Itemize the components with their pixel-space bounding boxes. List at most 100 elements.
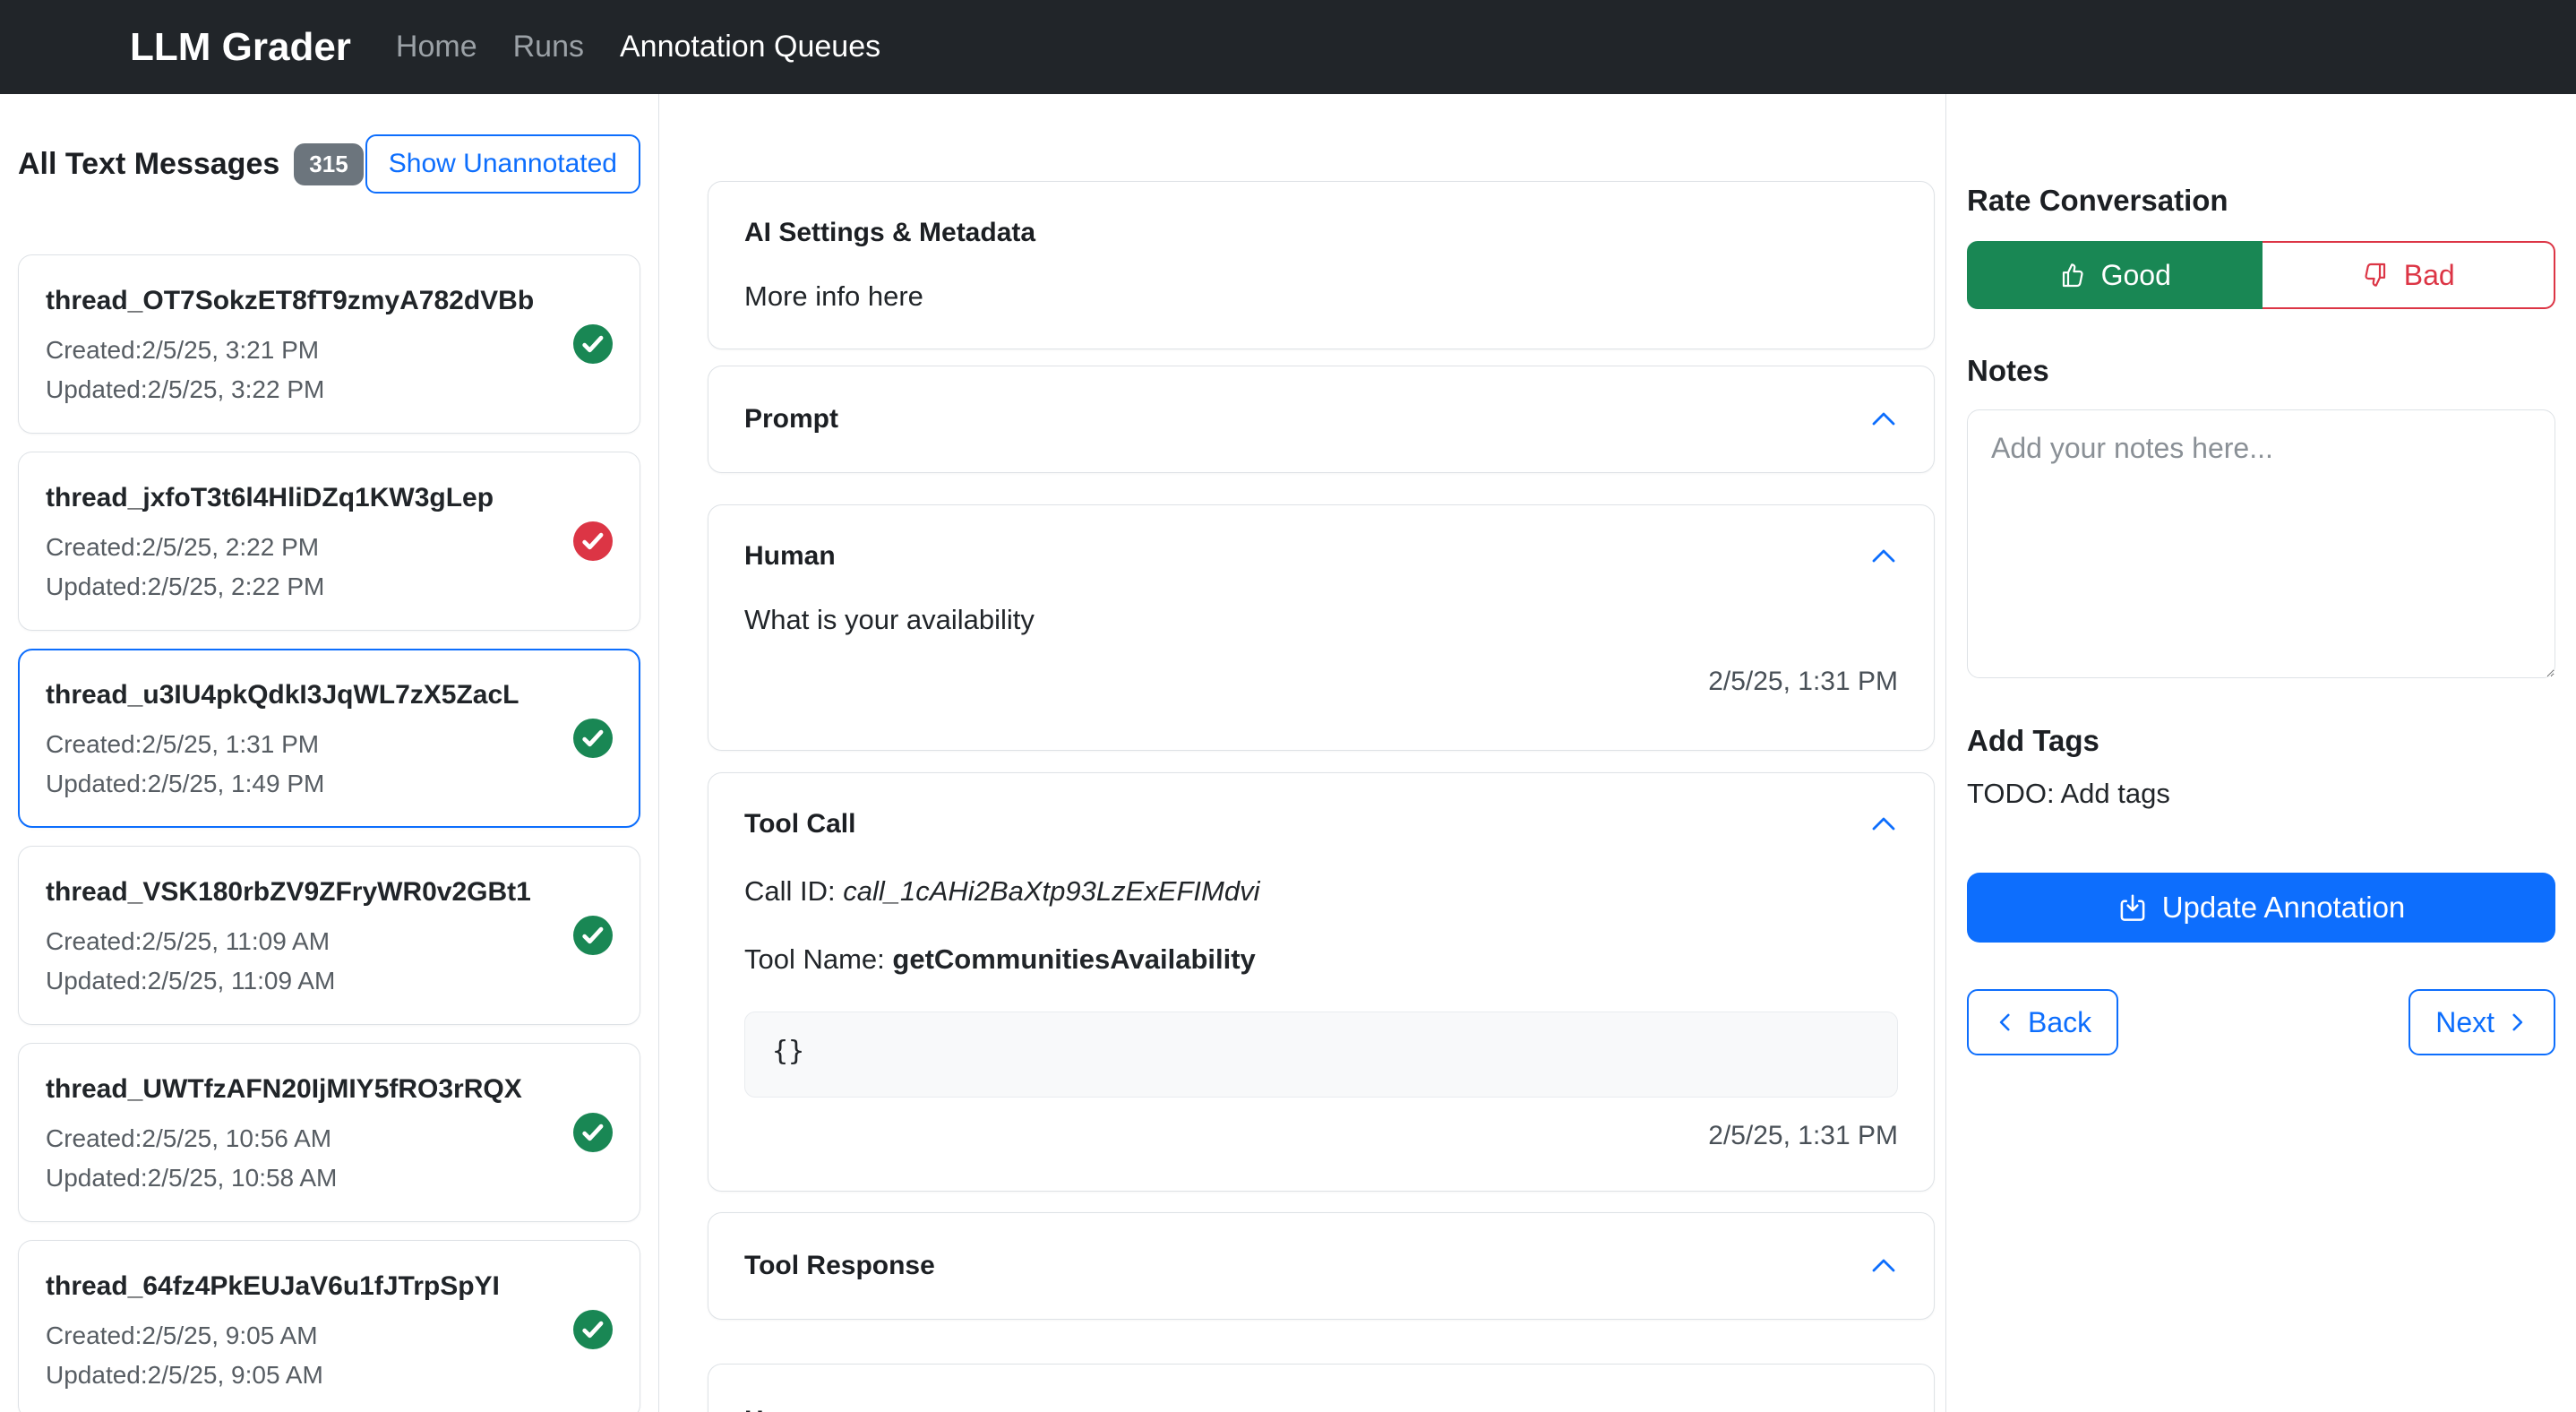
rate-button-group: Good Bad [1967,241,2555,309]
notes-heading: Notes [1967,354,2558,388]
check-circle-icon [573,324,613,364]
thread-list-item[interactable]: thread_jxfoT3t6l4HliDZq1KW3gLep Created:… [18,452,640,631]
next-button[interactable]: Next [2409,989,2555,1055]
chevron-up-icon[interactable] [1869,405,1898,434]
tool-call-arguments: {} [744,1012,1898,1098]
ai-settings-metadata-card: AI Settings & Metadata More info here [708,181,1935,349]
thread-updated: Updated:2/5/25, 9:05 AM [46,1363,500,1388]
thread-count-badge: 315 [294,143,363,185]
chevron-up-icon[interactable] [1869,1252,1898,1280]
thread-updated: Updated:2/5/25, 10:58 AM [46,1166,522,1191]
call-id-label: Call ID: [744,875,843,907]
rate-good-button[interactable]: Good [1967,241,2263,309]
brand-llm-grader[interactable]: LLM Grader [130,25,351,70]
thread-created: Created:2/5/25, 1:31 PM [46,732,519,757]
thread-updated: Updated:2/5/25, 3:22 PM [46,377,534,402]
check-circle-icon [573,521,613,561]
thread-list-sidebar: All Text Messages 315 Show Unannotated t… [0,94,659,1412]
thread-list-title-wrap: All Text Messages 315 [18,143,364,185]
thread-id: thread_u3IU4pkQdkI3JqWL7zX5ZacL [46,680,519,710]
check-circle-icon [573,916,613,955]
update-annotation-label: Update Annotation [2162,891,2406,925]
back-label: Back [2028,1006,2091,1039]
thread-list-header: All Text Messages 315 Show Unannotated [18,130,640,198]
thread-created: Created:2/5/25, 9:05 AM [46,1323,500,1348]
call-id-value: call_1cAHi2BaXtp93LzExEFIMdvi [843,875,1259,907]
thread-created: Created:2/5/25, 3:21 PM [46,338,534,363]
content-layout: All Text Messages 315 Show Unannotated t… [0,94,2576,1412]
tool-call-id-line: Call ID: call_1cAHi2BaXtp93LzExEFIMdvi [744,875,1898,908]
tool-name-line: Tool Name: getCommunitiesAvailability [744,943,1898,976]
chevron-up-icon[interactable] [1869,810,1898,839]
add-tags-heading: Add Tags [1967,724,2558,758]
tool-response-title: Tool Response [744,1251,935,1281]
pager-row: Back Next [1967,989,2555,1055]
next-message-card-clipped: Human [708,1364,1935,1412]
next-message-title: Human [744,1406,1898,1412]
thread-id: thread_OT7SokzET8fT9zmyA782dVBb [46,286,534,316]
tool-call-timestamp: 2/5/25, 1:31 PM [744,1121,1898,1151]
thread-info: thread_UWTfzAFN20IjMIY5fRO3rRQX Created:… [46,1074,522,1191]
thread-list-item[interactable]: thread_OT7SokzET8fT9zmyA782dVBb Created:… [18,254,640,434]
tool-response-card: Tool Response [708,1212,1935,1320]
thread-id: thread_UWTfzAFN20IjMIY5fRO3rRQX [46,1074,522,1105]
top-navbar: LLM Grader Home Runs Annotation Queues [0,0,2576,94]
human-title: Human [744,541,836,572]
human-message-timestamp: 2/5/25, 1:31 PM [744,667,1898,697]
thread-list-item-selected[interactable]: thread_u3IU4pkQdkI3JqWL7zX5ZacL Created:… [18,649,640,828]
prompt-card: Prompt [708,366,1935,473]
nav-item-runs[interactable]: Runs [513,30,584,65]
thread-info: thread_VSK180rbZV9ZFryWR0v2GBt1 Created:… [46,877,531,994]
back-button[interactable]: Back [1967,989,2118,1055]
nav-item-home[interactable]: Home [396,30,477,65]
thread-updated: Updated:2/5/25, 11:09 AM [46,969,531,994]
next-label: Next [2435,1006,2494,1039]
nav-item-annotation-queues[interactable]: Annotation Queues [620,30,880,65]
human-message-text: What is your availability [744,604,1898,636]
thread-updated: Updated:2/5/25, 1:49 PM [46,771,519,796]
thread-created: Created:2/5/25, 10:56 AM [46,1126,522,1151]
conversation-panel: AI Settings & Metadata More info here Pr… [659,94,1946,1412]
rate-conversation-heading: Rate Conversation [1967,184,2558,218]
update-annotation-button[interactable]: Update Annotation [1967,873,2555,943]
thread-id: thread_VSK180rbZV9ZFryWR0v2GBt1 [46,877,531,908]
thread-id: thread_jxfoT3t6l4HliDZq1KW3gLep [46,483,494,513]
thread-list-title: All Text Messages [18,147,279,182]
thread-created: Created:2/5/25, 11:09 AM [46,929,531,954]
thread-updated: Updated:2/5/25, 2:22 PM [46,574,494,599]
rate-bad-label: Bad [2404,259,2455,292]
human-message-card: Human What is your availability 2/5/25, … [708,504,1935,751]
save-download-icon [2117,892,2148,923]
tool-name-label: Tool Name: [744,943,892,975]
thread-info: thread_OT7SokzET8fT9zmyA782dVBb Created:… [46,286,534,402]
thread-list-item[interactable]: thread_VSK180rbZV9ZFryWR0v2GBt1 Created:… [18,846,640,1025]
thread-info: thread_jxfoT3t6l4HliDZq1KW3gLep Created:… [46,483,494,599]
notes-textarea[interactable] [1967,409,2555,678]
thread-info: thread_64fz4PkEUJaV6u1fJTrpSpYI Created:… [46,1271,500,1388]
annotation-panel: Rate Conversation Good Bad Notes Add T [1946,94,2576,1412]
prompt-title: Prompt [744,404,838,435]
show-unannotated-button[interactable]: Show Unannotated [365,134,640,194]
ai-settings-title: AI Settings & Metadata [744,218,1898,248]
thread-list-item[interactable]: thread_UWTfzAFN20IjMIY5fRO3rRQX Created:… [18,1043,640,1222]
tool-call-card: Tool Call Call ID: call_1cAHi2BaXtp93LzE… [708,772,1935,1192]
tool-name-value: getCommunitiesAvailability [892,943,1255,975]
ai-settings-body: More info here [744,280,1898,313]
thread-list-item[interactable]: thread_64fz4PkEUJaV6u1fJTrpSpYI Created:… [18,1240,640,1412]
tool-call-title: Tool Call [744,809,855,839]
app-window: LLM Grader Home Runs Annotation Queues A… [0,0,2576,1412]
tags-todo-text: TODO: Add tags [1967,778,2558,810]
rate-bad-button[interactable]: Bad [2263,241,2556,309]
check-circle-icon [573,1310,613,1349]
chevron-up-icon[interactable] [1869,542,1898,571]
thread-id: thread_64fz4PkEUJaV6u1fJTrpSpYI [46,1271,500,1302]
check-circle-icon [573,719,613,758]
thread-created: Created:2/5/25, 2:22 PM [46,535,494,560]
thumbs-up-icon [2058,261,2087,289]
chevron-left-icon [1994,1011,2017,1034]
thread-info: thread_u3IU4pkQdkI3JqWL7zX5ZacL Created:… [46,680,519,796]
check-circle-icon [573,1113,613,1152]
chevron-right-icon [2505,1011,2529,1034]
rate-good-label: Good [2101,259,2171,292]
thumbs-down-icon [2361,261,2390,289]
